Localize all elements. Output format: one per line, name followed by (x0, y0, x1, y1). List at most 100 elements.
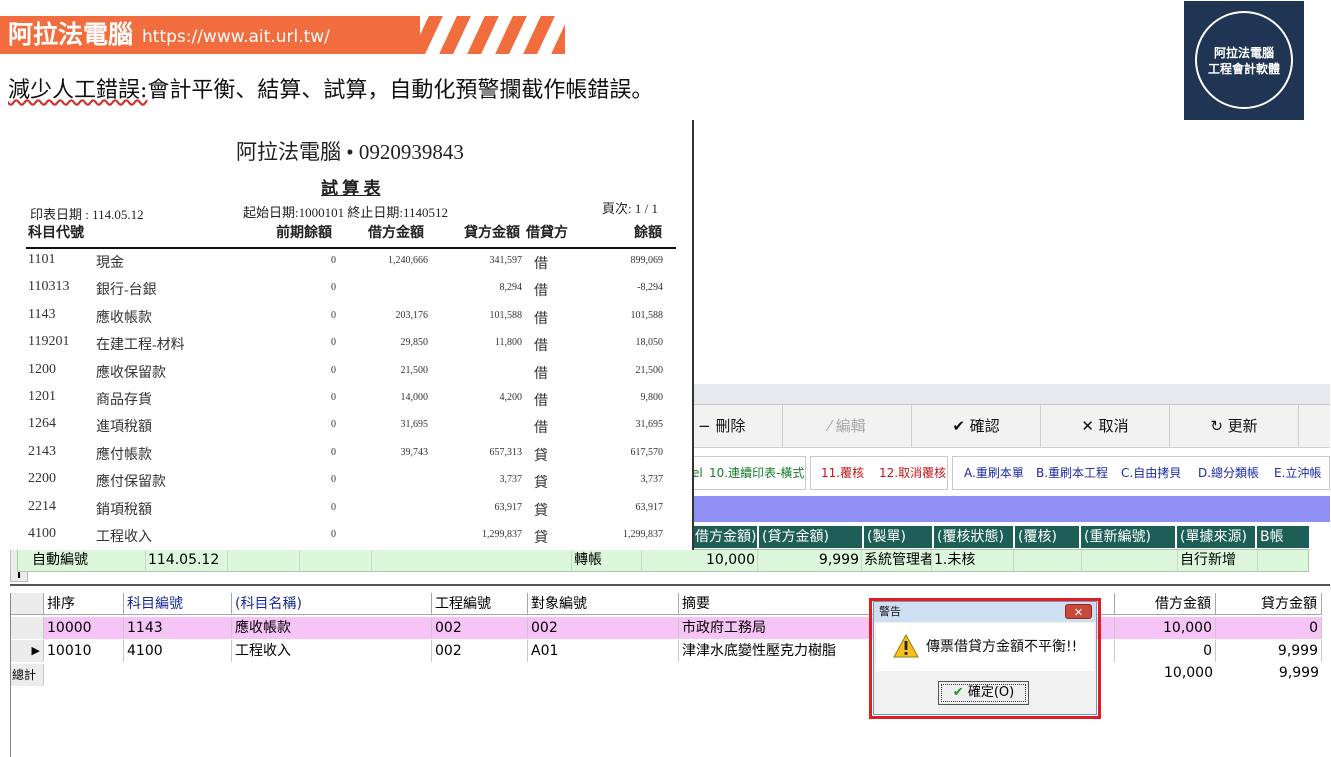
detail-debit[interactable]: 10,000 (1115, 617, 1216, 639)
report-row: 2143 應付帳款 0 39,743 657,313 貸 617,570 (10, 442, 692, 469)
page-subtitle: 減少人工錯誤:會計平衡、結算、試算，自動化預警攔截作帳錯誤。 (8, 76, 653, 106)
detail-acct[interactable]: 4100 (124, 640, 232, 662)
master-doc-no[interactable]: 自動編號 (18, 550, 146, 571)
detail-debit[interactable]: 0 (1115, 640, 1216, 662)
check-icon: ✔ (952, 685, 964, 700)
master-row[interactable]: 自動編號 114.05.12 轉帳 10,000 9,999 系統管理者 1.未… (17, 549, 1309, 572)
master-credit[interactable]: 9,999 (758, 550, 862, 571)
detail-col-project[interactable]: 工程編號 (432, 593, 528, 615)
window-titlebar (692, 384, 1330, 405)
master-debit[interactable]: 10,000 (642, 550, 758, 571)
detail-col-acct-name[interactable]: (科目名稱) (232, 593, 432, 615)
report-cell-name: 銷項稅額 (96, 502, 152, 518)
report-cell-code: 1200 (28, 361, 56, 377)
subtitle-rest: 會計平衡、結算、試算，自動化預警攔截作帳錯誤。 (147, 78, 654, 103)
menu-general-ledger[interactable]: D.總分類帳 (1198, 452, 1259, 494)
report-date-range: 起始日期:1000101 終止日期:1140512 (243, 205, 448, 220)
detail-project[interactable]: 002 (432, 640, 528, 662)
report-cell-credit: 101,588 (489, 309, 523, 321)
report-cell-code: 1201 (28, 389, 56, 404)
report-cell-name: 銀行-台銀 (96, 283, 157, 299)
detail-target[interactable]: 002 (528, 617, 679, 639)
confirm-button[interactable]: ✔ 確認 (911, 405, 1040, 447)
refresh-button[interactable]: ↻ 更新 (1169, 405, 1298, 447)
master-col-renumber[interactable]: (重新編號) (1081, 526, 1175, 548)
report-company: 阿拉法電腦 • 0920939843 (236, 140, 464, 164)
report-cell-credit: 63,917 (494, 501, 523, 513)
master-col-source[interactable]: (單據來源) (1177, 526, 1255, 548)
report-cell-name: 應付帳款 (96, 447, 152, 463)
master-col-maker[interactable]: (製單) (864, 526, 932, 548)
report-cell-dir: 貸 (534, 476, 548, 492)
master-col-review-status[interactable]: (覆核狀態) (934, 526, 1013, 548)
report-cell-prev: 0 (331, 392, 336, 403)
report-row: 119201 在建工程-材料 0 29,850 11,800 借 18,050 (10, 332, 692, 359)
report-row: 2200 應付保留款 0 3,737 貸 3,737 (10, 469, 692, 496)
master-empty-3 (372, 550, 572, 571)
splitter[interactable] (10, 584, 1330, 586)
report-cell-credit: 341,597 (489, 255, 523, 266)
report-cell-code: 1101 (28, 252, 56, 267)
delete-button[interactable]: − 刪除 (692, 405, 782, 447)
menu-cancel-review[interactable]: 12.取消覆核 (879, 452, 946, 494)
brand-title: 阿拉法電腦 (8, 20, 134, 49)
detail-col-debit[interactable]: 借方金額 (1115, 593, 1216, 615)
menu-reprint-doc[interactable]: A.重刷本單 (964, 452, 1024, 494)
detail-target[interactable]: A01 (528, 640, 679, 662)
master-empty-5 (1082, 550, 1178, 571)
report-cell-code: 2200 (28, 471, 56, 487)
report-cell-prev: 0 (331, 309, 336, 321)
report-cell-name: 在建工程-材料 (96, 338, 185, 354)
master-status[interactable]: 1.未核 (932, 550, 1014, 571)
detail-seq[interactable]: 10000 (44, 617, 124, 639)
master-col-credit[interactable]: (貸方金額) (759, 526, 862, 548)
detail-credit[interactable]: 0 (1216, 617, 1322, 639)
brand-url[interactable]: https://www.ait.url.tw/ (142, 26, 330, 48)
menu-reprint-project[interactable]: B.重刷本工程 (1036, 452, 1108, 494)
master-date[interactable]: 114.05.12 (146, 550, 228, 571)
detail-credit[interactable]: 9,999 (1216, 640, 1322, 662)
dialog-titlebar[interactable] (874, 602, 1096, 622)
detail-col-acct[interactable]: 科目編號 (124, 593, 232, 615)
master-maker[interactable]: 系統管理者 (862, 550, 932, 571)
ok-button[interactable]: ✔ 確定(O) (938, 681, 1029, 705)
detail-acct-name[interactable]: 應收帳款 (232, 617, 432, 639)
report-cell-credit: 11,800 (494, 337, 522, 349)
report-col-dir: 借貸方 (526, 226, 568, 241)
report-cell-credit: 1,299,837 (482, 529, 522, 540)
report-cell-debit: 31,695 (400, 419, 429, 431)
menu-continuous-print[interactable]: 10.連續印表-橫式 (709, 452, 804, 494)
logo-line-2: 工程會計軟體 (1207, 62, 1280, 76)
detail-seq[interactable]: 10010 (44, 640, 124, 662)
report-cell-prev: 0 (331, 282, 336, 294)
master-col-b-ledger[interactable]: B帳 (1257, 526, 1309, 548)
menu-free-copy[interactable]: C.自由拷貝 (1121, 452, 1181, 494)
close-icon[interactable]: ✕ (1065, 604, 1092, 619)
report-cell-bal: 1,299,837 (623, 529, 663, 540)
master-col-debit[interactable]: 借方金額) (692, 526, 757, 548)
report-cell-prev: 0 (331, 474, 336, 486)
menu-review[interactable]: 11.覆核 (821, 452, 864, 494)
detail-acct[interactable]: 1143 (124, 617, 232, 639)
detail-col-credit[interactable]: 貸方金額 (1216, 593, 1322, 615)
report-cell-code: 1264 (28, 416, 56, 432)
report-title: 試 算 表 (321, 179, 381, 198)
report-cell-code: 2214 (28, 498, 56, 514)
report-cell-bal: 617,570 (630, 446, 664, 458)
master-source[interactable]: 自行新增 (1178, 550, 1258, 571)
detail-acct-name[interactable]: 工程收入 (232, 640, 432, 662)
report-cell-bal: 21,500 (635, 364, 664, 376)
master-header-row: 借方金額) (貸方金額) (製單) (覆核狀態) (覆核) (重新編號) (單據… (692, 526, 1312, 548)
report-cell-bal: 18,050 (635, 337, 664, 349)
master-col-review[interactable]: (覆核) (1015, 526, 1079, 548)
cancel-button[interactable]: ✕ 取消 (1040, 405, 1169, 447)
master-type[interactable]: 轉帳 (572, 550, 642, 571)
menu-offset[interactable]: E.立沖帳 (1274, 452, 1321, 494)
report-cell-name: 進項稅額 (96, 420, 152, 436)
report-cell-name: 商品存貨 (96, 393, 152, 408)
report-cell-prev: 0 (331, 501, 336, 513)
edit-button[interactable]: ⁄ 編輯 (782, 405, 911, 447)
detail-col-seq[interactable]: 排序 (44, 593, 124, 615)
detail-project[interactable]: 002 (432, 617, 528, 639)
detail-col-target[interactable]: 對象編號 (528, 593, 679, 615)
